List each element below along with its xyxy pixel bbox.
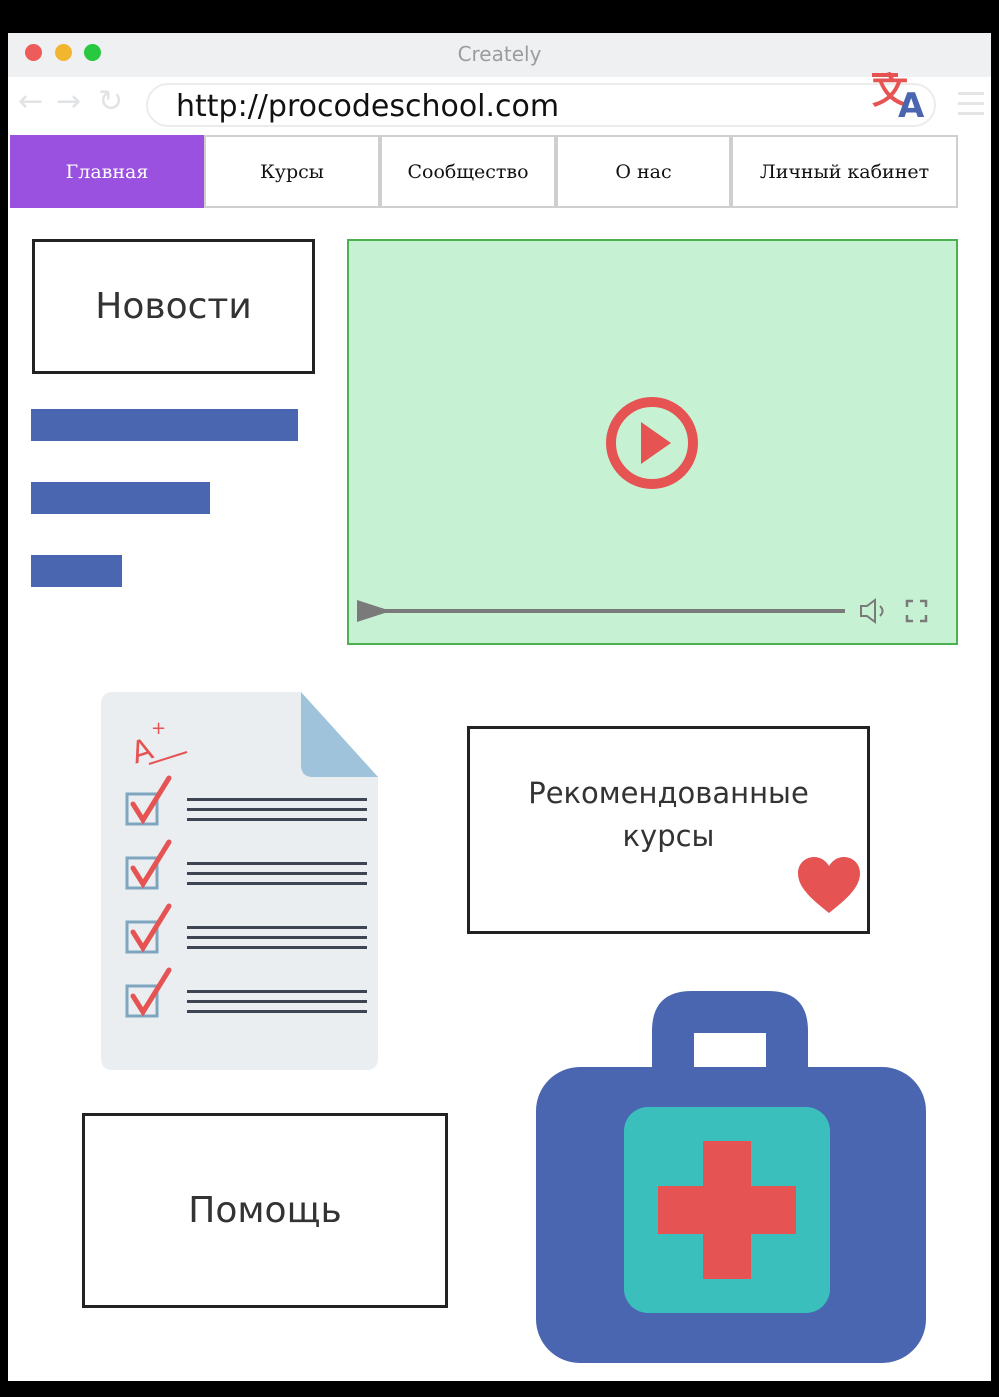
news-item-placeholder[interactable] xyxy=(31,409,298,441)
news-box[interactable]: Новости xyxy=(32,239,315,374)
tab-courses[interactable]: Курсы xyxy=(204,135,380,208)
news-item-placeholder[interactable] xyxy=(31,482,210,514)
video-controls xyxy=(357,598,928,624)
help-title: Помощь xyxy=(188,1190,342,1231)
tab-home[interactable]: Главная xyxy=(10,135,204,208)
progress-track xyxy=(385,609,845,613)
svg-text:A: A xyxy=(898,86,925,121)
help-box[interactable]: Помощь xyxy=(82,1113,448,1308)
reload-icon[interactable]: ↻ xyxy=(98,87,123,117)
url-text: http://procodeschool.com xyxy=(176,89,560,124)
browser-window: Creately ← → ↻ http://procodeschool.com … xyxy=(8,33,991,1381)
window-title: Creately xyxy=(457,42,542,66)
checklist-document-icon: A + xyxy=(101,692,378,1070)
recommended-title-line2: курсы xyxy=(622,819,715,853)
play-circle-icon[interactable] xyxy=(605,396,699,490)
translate-icon[interactable]: 文 A xyxy=(870,65,932,121)
volume-icon xyxy=(860,598,884,624)
title-bar: Creately xyxy=(8,33,991,77)
recommended-courses-box[interactable]: Рекомендованные курсы xyxy=(467,726,870,934)
news-item-placeholder[interactable] xyxy=(31,555,122,587)
news-title: Новости xyxy=(95,286,252,327)
fullscreen-icon xyxy=(905,599,928,623)
forward-arrow-icon[interactable]: → xyxy=(56,87,81,117)
first-aid-kit-icon xyxy=(536,991,926,1363)
tab-about[interactable]: О нас xyxy=(556,135,731,208)
main-navigation: Главная Курсы Сообщество О нас Личный ка… xyxy=(10,135,958,208)
menu-icon[interactable] xyxy=(958,92,984,116)
address-bar[interactable]: http://procodeschool.com xyxy=(146,83,936,127)
recommended-title-line1: Рекомендованные xyxy=(528,776,809,810)
heart-icon xyxy=(798,857,860,913)
tab-account[interactable]: Личный кабинет xyxy=(731,135,958,208)
back-arrow-icon[interactable]: ← xyxy=(18,87,43,117)
svg-text:+: + xyxy=(151,718,166,739)
tab-community[interactable]: Сообщество xyxy=(380,135,556,208)
video-player[interactable] xyxy=(347,239,958,645)
browser-toolbar: ← → ↻ http://procodeschool.com 文 A xyxy=(8,71,991,135)
